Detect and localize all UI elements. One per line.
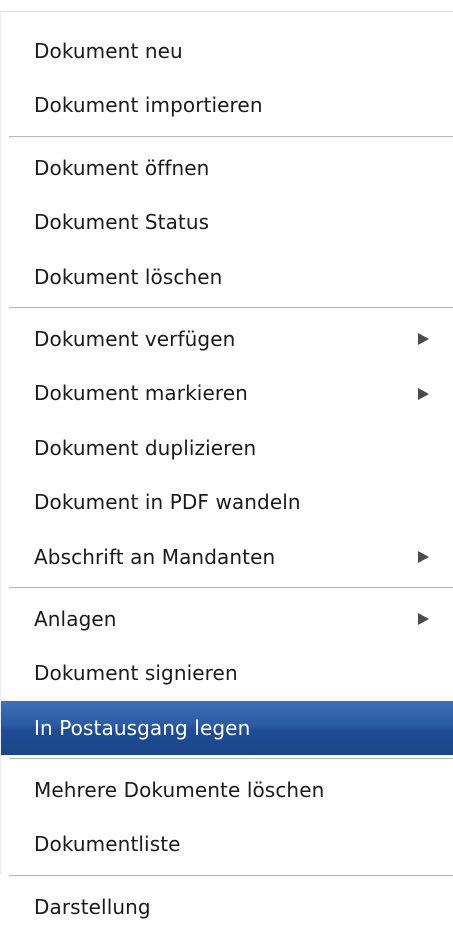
menu-item-in-postausgang-legen[interactable]: In Postausgang legen (1, 700, 453, 756)
menu-item-dokument-in-pdf-wandeln[interactable]: Dokument in PDF wandeln (1, 475, 453, 529)
menu-item-label: In Postausgang legen (34, 715, 251, 740)
menu-item-label: Dokument verfügen (34, 326, 236, 351)
menu-item-dokument-importieren[interactable]: Dokument importieren (1, 78, 453, 132)
menu-item-label: Dokumentliste (34, 832, 181, 857)
menu-item-label: Abschrift an Mandanten (34, 544, 276, 569)
menu-item-label: Anlagen (34, 606, 117, 631)
menu-item-dokument-verfuegen[interactable]: Dokument verfügen (1, 312, 453, 366)
submenu-arrow-icon (418, 550, 429, 563)
menu-item-dokument-duplizieren[interactable]: Dokument duplizieren (1, 421, 453, 475)
menu-item-label: Dokument duplizieren (34, 435, 257, 460)
menu-item-abschrift-an-mandanten[interactable]: Abschrift an Mandanten (1, 530, 453, 584)
menu-item-label: Dokument löschen (34, 264, 223, 289)
menu-item-dokument-oeffnen[interactable]: Dokument öffnen (1, 141, 453, 195)
menu-separator (9, 135, 453, 138)
context-menu: Dokument neu Dokument importieren Dokume… (0, 11, 453, 919)
menu-item-dokument-loeschen[interactable]: Dokument löschen (1, 250, 453, 304)
menu-item-dokumentliste[interactable]: Dokumentliste (1, 817, 453, 871)
menu-item-label: Dokument importieren (34, 93, 263, 118)
menu-item-dokument-markieren[interactable]: Dokument markieren (1, 366, 453, 420)
menu-item-label: Mehrere Dokumente löschen (34, 778, 325, 803)
submenu-arrow-icon (418, 387, 429, 400)
menu-item-label: Dokument in PDF wandeln (34, 490, 301, 515)
menu-separator (9, 306, 453, 309)
menu-separator (9, 758, 453, 761)
submenu-arrow-icon (418, 333, 429, 346)
menu-item-label: Dokument Status (34, 210, 210, 235)
menu-item-darstellung[interactable]: Darstellung (1, 880, 453, 934)
menu-item-label: Darstellung (34, 894, 151, 919)
menu-item-label: Dokument öffnen (34, 155, 210, 180)
menu-item-anlagen[interactable]: Anlagen (1, 592, 453, 646)
menu-item-mehrere-dokumente-loeschen[interactable]: Mehrere Dokumente löschen (1, 763, 453, 817)
menu-item-label: Dokument signieren (34, 661, 238, 686)
submenu-arrow-icon (418, 613, 429, 626)
menu-item-dokument-status[interactable]: Dokument Status (1, 195, 453, 249)
menu-item-dokument-neu[interactable]: Dokument neu (1, 24, 453, 78)
menu-item-label: Dokument neu (34, 39, 183, 63)
menu-item-dokument-signieren[interactable]: Dokument signieren (1, 646, 453, 700)
menu-separator (9, 874, 453, 877)
menu-separator (9, 586, 453, 589)
menu-item-label: Dokument markieren (34, 381, 248, 406)
